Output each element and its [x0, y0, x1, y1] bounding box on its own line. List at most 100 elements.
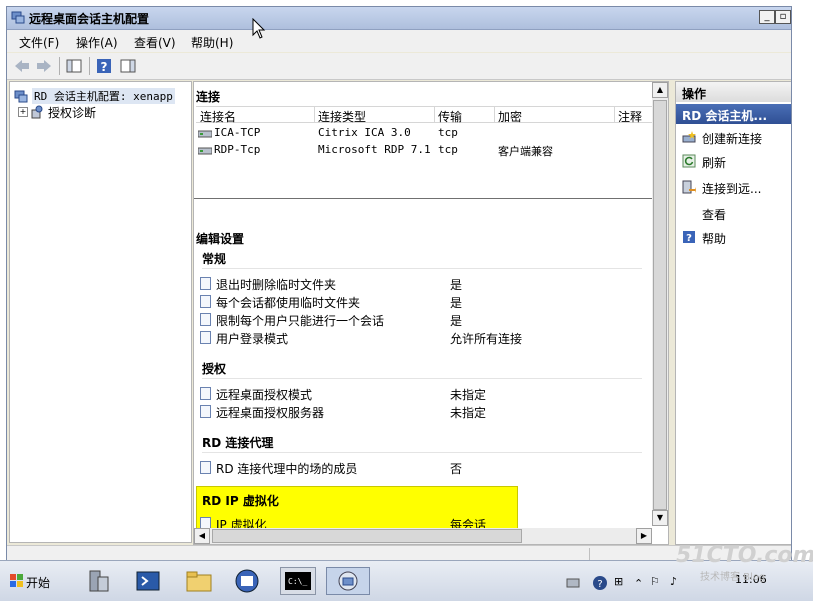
menu-file[interactable]: 文件(F): [19, 34, 59, 51]
rdsh-config-icon: [338, 571, 358, 591]
property-icon: [200, 313, 211, 326]
show-hide-tree-icon[interactable]: [65, 57, 83, 75]
col-connection-type[interactable]: 连接类型: [318, 108, 366, 125]
refresh-icon: [682, 154, 696, 168]
action-pane-icon[interactable]: [119, 57, 137, 75]
title-bar[interactable]: 远程桌面会话主机配置 _ ▫: [7, 7, 791, 30]
volume-tray-icon[interactable]: ♪: [670, 575, 677, 588]
help-icon[interactable]: ?: [95, 57, 113, 75]
menu-action[interactable]: 操作(A): [76, 34, 118, 51]
property-icon: [200, 461, 211, 474]
install-package-icon[interactable]: [232, 567, 262, 595]
connections-heading: 连接: [196, 90, 221, 104]
scroll-up-button[interactable]: ▲: [652, 82, 668, 98]
keyboard-tray-icon[interactable]: ⊞: [614, 575, 623, 588]
action-label: 刷新: [702, 156, 727, 170]
server-manager-icon[interactable]: [84, 567, 112, 595]
col-connection-name[interactable]: 连接名: [200, 108, 236, 125]
action-label: 连接到远...: [702, 182, 762, 196]
column-separator: [614, 107, 615, 122]
action-create-connection[interactable]: 创建新连接: [676, 128, 791, 148]
action-refresh[interactable]: 刷新: [676, 152, 791, 172]
action-help[interactable]: ? 帮助: [676, 228, 791, 248]
action-label: 帮助: [702, 232, 727, 246]
scroll-left-button[interactable]: ◀: [194, 528, 210, 544]
connection-icon: [198, 147, 212, 155]
connect-remote-icon: [682, 180, 696, 194]
action-connect-remote[interactable]: 连接到远...: [676, 178, 791, 198]
column-separator: [314, 107, 315, 122]
server-icon: [14, 90, 28, 103]
rdsh-config-taskbar-button[interactable]: [326, 567, 370, 595]
chevron-up-icon[interactable]: ⌃: [634, 577, 643, 590]
connection-type: Microsoft RDP 7.1: [318, 143, 431, 156]
column-separator: [494, 107, 495, 122]
property-icon: [200, 387, 211, 400]
action-view[interactable]: 查看: [676, 204, 791, 224]
property-label: 每个会话都使用临时文件夹: [216, 296, 361, 310]
svg-text:?: ?: [686, 233, 692, 244]
licensing-icon: [31, 105, 43, 119]
column-separator: [434, 107, 435, 122]
minimize-button[interactable]: _: [759, 10, 775, 24]
property-value: 未指定: [450, 388, 487, 402]
property-value: 是: [450, 314, 463, 328]
property-label: 退出时删除临时文件夹: [216, 278, 337, 292]
expand-plus-icon[interactable]: +: [18, 107, 28, 117]
property-label: 远程桌面授权服务器: [216, 406, 325, 420]
connections-column-header: 连接名 连接类型 传输 加密 注释: [196, 106, 652, 125]
property-icon: [200, 295, 211, 308]
property-icon: [200, 277, 211, 290]
flag-tray-icon[interactable]: ⚐: [650, 575, 660, 588]
col-transport[interactable]: 传输: [438, 108, 462, 125]
new-connection-icon: [682, 131, 696, 143]
window-title: 远程桌面会话主机配置: [29, 12, 150, 26]
connection-transport: tcp: [438, 126, 458, 139]
property-icon: [200, 331, 211, 344]
group-general-title: 常规: [202, 252, 227, 266]
actions-heading: 操作: [682, 87, 707, 101]
toolbar-separator: [89, 57, 90, 75]
network-tray-icon[interactable]: [566, 577, 580, 589]
cmd-taskbar-button[interactable]: C:\_: [280, 567, 316, 595]
menu-view[interactable]: 查看(V): [134, 34, 176, 51]
group-ip-virtualization-title: RD IP 虚拟化: [202, 494, 279, 508]
svg-text:C:\_: C:\_: [288, 577, 307, 586]
scroll-down-button[interactable]: ▼: [652, 510, 668, 526]
start-label: 开始: [26, 576, 51, 590]
help-icon: ?: [683, 231, 695, 244]
scroll-thumb[interactable]: [653, 100, 667, 510]
property-value: 未指定: [450, 406, 487, 420]
connection-encryption: 客户端兼容: [498, 145, 553, 158]
forward-arrow-icon[interactable]: [35, 57, 53, 75]
back-arrow-icon[interactable]: [13, 57, 31, 75]
vertical-scrollbar[interactable]: ▲ ▼: [652, 82, 668, 526]
hscroll-thumb[interactable]: [212, 529, 522, 543]
menu-help[interactable]: 帮助(H): [191, 34, 233, 51]
connection-type: Citrix ICA 3.0: [318, 126, 411, 139]
property-value: 是: [450, 296, 463, 310]
actions-subheader[interactable]: RD 会话主机...: [676, 104, 791, 124]
app-window: 远程桌面会话主机配置 _ ▫ 文件(F) 操作(A) 查看(V) 帮助(H) ?: [6, 6, 792, 600]
windows-logo-icon: [10, 574, 23, 587]
col-comment[interactable]: 注释: [618, 108, 642, 125]
powershell-icon[interactable]: [134, 567, 162, 595]
svg-text:?: ?: [101, 60, 108, 74]
property-value: 否: [450, 462, 463, 476]
pane-splitter[interactable]: [194, 198, 652, 199]
help-tray-icon[interactable]: ?: [592, 575, 608, 591]
horizontal-scrollbar[interactable]: ◀ ▶: [194, 528, 652, 544]
settings-heading: 编辑设置: [196, 232, 245, 246]
col-encryption[interactable]: 加密: [498, 108, 522, 125]
watermark-logo: 51CTO.com: [676, 543, 813, 568]
restore-button[interactable]: ▫: [775, 10, 791, 24]
group-licensing-title: 授权: [202, 362, 227, 376]
explorer-folder-icon[interactable]: [184, 567, 214, 595]
scroll-right-button[interactable]: ▶: [636, 528, 652, 544]
property-value: 允许所有连接: [450, 332, 523, 346]
actions-header: 操作: [676, 82, 791, 102]
start-button[interactable]: 开始: [8, 567, 56, 595]
action-label: 查看: [702, 208, 727, 222]
property-label: 远程桌面授权模式: [216, 388, 313, 402]
connection-transport: tcp: [438, 143, 458, 156]
